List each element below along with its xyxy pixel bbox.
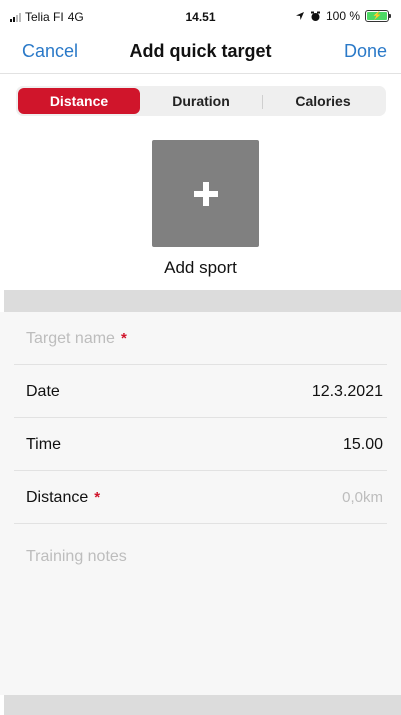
location-arrow-icon [295, 12, 304, 20]
date-label: Date [26, 382, 60, 400]
distance-label: Distance [26, 488, 89, 506]
target-name-field[interactable]: Target name * [0, 312, 401, 365]
date-row[interactable]: Date 12.3.2021 [0, 365, 401, 418]
time-value: 15.00 [342, 435, 383, 453]
distance-input[interactable]: 0,0km [342, 489, 383, 506]
section-divider [4, 290, 401, 312]
segment-calories[interactable]: Calories [262, 88, 384, 114]
cancel-button[interactable]: Cancel [22, 41, 78, 62]
date-value: 12.3.2021 [311, 382, 383, 400]
target-type-segmented-control: Distance Duration Calories [16, 86, 386, 116]
segment-distance[interactable]: Distance [18, 88, 140, 114]
bottom-divider [4, 695, 401, 715]
plus-icon [193, 181, 218, 206]
add-sport-button[interactable] [152, 140, 259, 247]
time-row[interactable]: Time 15.00 [0, 418, 401, 471]
distance-row[interactable]: Distance * 0,0km [0, 471, 401, 524]
battery-charging-icon: ⚡ [365, 10, 391, 22]
segment-duration[interactable]: Duration [140, 88, 262, 114]
navigation-bar: Cancel Add quick target Done [0, 32, 401, 74]
done-button[interactable]: Done [344, 41, 387, 62]
add-sport-label: Add sport [164, 258, 237, 277]
quick-target-form: Target name * Date 12.3.2021 Time 15.00 … [0, 312, 401, 695]
time-label: Time [26, 435, 61, 453]
status-bar: Telia FI 4G 14.51 100 % ⚡ [0, 0, 401, 32]
required-mark: * [94, 489, 101, 506]
required-mark: * [120, 330, 127, 347]
status-right: 100 % ⚡ [295, 9, 391, 23]
target-name-placeholder: Target name [26, 329, 115, 347]
training-notes-placeholder: Training notes [26, 548, 127, 565]
battery-percent: 100 % [325, 9, 360, 23]
alarm-icon [310, 11, 320, 21]
